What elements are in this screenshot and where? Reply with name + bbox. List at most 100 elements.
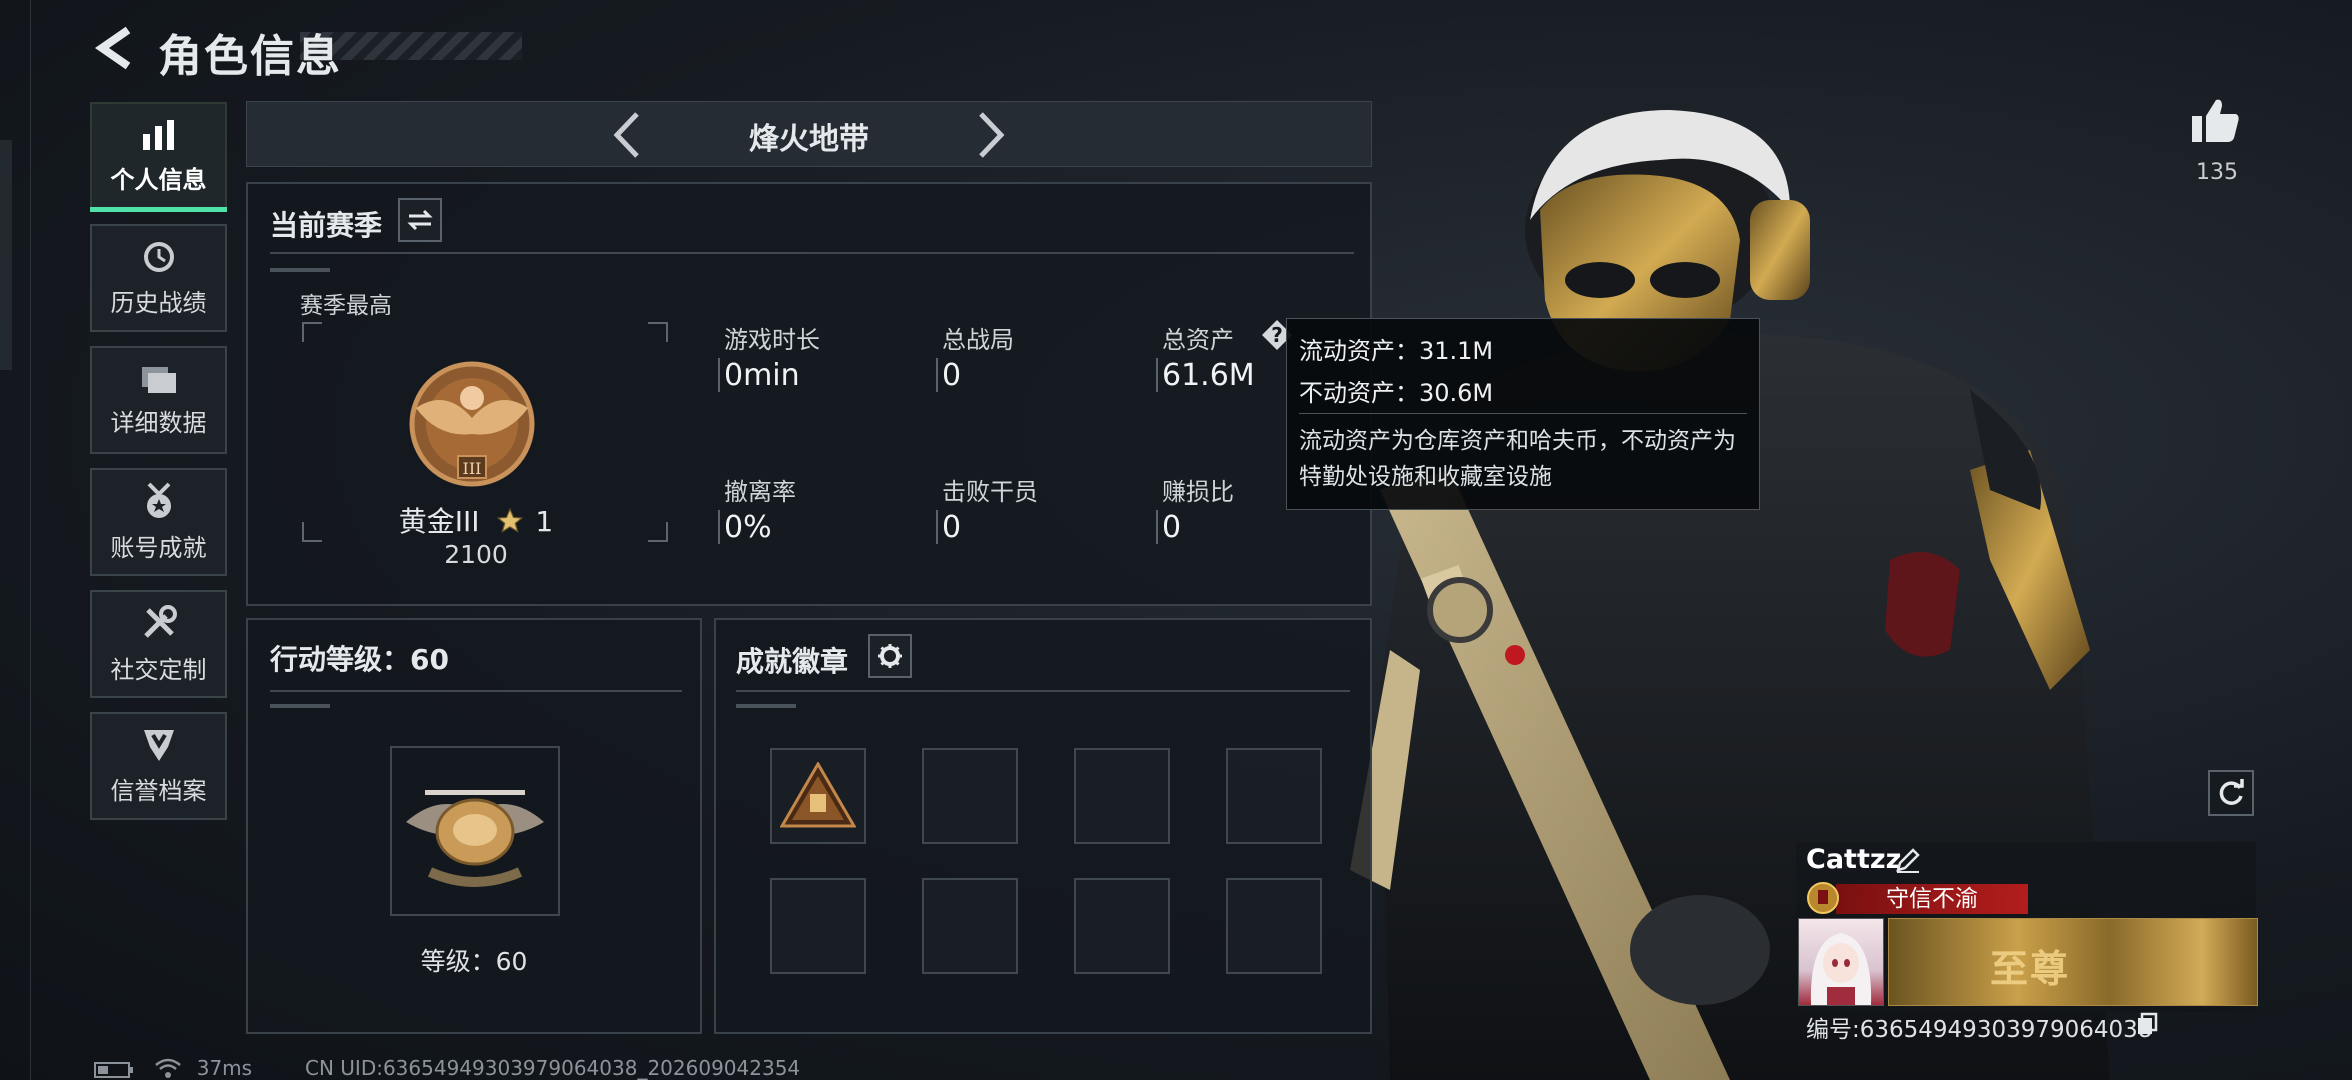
rank-stars: 1 [535,505,554,538]
pencil-icon [1896,848,1920,873]
mode-title: 烽火地带 [749,122,869,157]
achievement-slot[interactable] [1074,748,1170,844]
edit-name-button[interactable] [1894,846,1922,878]
stat-value-kills: 0 [942,510,962,545]
sidebar-item-personal-info[interactable]: 个人信息 [90,102,227,212]
stat-label-kills: 击败干员 [942,478,1038,506]
stat-label-profit-ratio: 赚损比 [1162,478,1234,506]
stat-value-total-assets: 61.6M [1162,358,1255,393]
footer-uid: CN UID:636549493039790640​38_20260904235… [305,1056,801,1080]
like-count: 135 [2196,160,2238,185]
achievement-slot[interactable] [1226,748,1322,844]
chevron-right-icon [979,112,1005,158]
sidebar-item-label: 信誉档案 [110,776,207,805]
achievement-slot[interactable] [770,748,866,844]
tooltip-description: 流动资产为仓库资产和哈夫币，不动资产为特勤处设施和收藏室设施 [1299,428,1736,490]
ping-value: 37ms [196,1056,253,1080]
stat-value-profit-ratio: 0 [1162,510,1182,545]
sidebar-item-credit[interactable]: 信誉档案 [90,712,227,820]
divider-deco [270,268,330,272]
switch-season-button[interactable] [398,198,442,242]
stat-label-extract-rate: 撤离率 [724,478,796,506]
star-icon [497,507,524,533]
divider [736,690,1350,692]
chevron-left-icon [94,26,131,70]
thumbs-up-icon [2192,99,2239,142]
rank-emblem-icon: III [409,361,535,487]
like-button[interactable] [2190,96,2242,148]
sidebar-item-achievements[interactable]: 账号成就 [90,468,227,576]
next-mode-button[interactable] [971,110,1011,164]
rank-name: 黄金III [398,505,480,538]
level-label: 等级：60 [420,947,528,976]
tooltip-liquid-assets: 流动资产：31.1M [1299,337,1494,365]
achievement-slot[interactable] [922,878,1018,974]
divider-deco [736,704,796,708]
profile-banner [1888,918,2258,1006]
refresh-button[interactable] [2208,770,2254,816]
player-uid: 编号:636549493039790640​38 [1806,1017,2153,1043]
refresh-icon [2219,779,2244,805]
avatar-portrait [1810,933,1872,1005]
sidebar-item-details[interactable]: 详细数据 [90,346,227,454]
stat-divider [718,358,720,392]
rank-line: 黄金III 1 [248,500,704,540]
folders-icon [141,366,176,393]
sidebar-item-history[interactable]: 历史战绩 [90,224,227,332]
tooltip-divider [1299,413,1747,414]
tools-icon [143,604,177,638]
rank-points: 2100 [444,540,508,569]
clock-icon [143,241,174,272]
frame-edge [0,140,12,370]
stat-divider [936,510,938,544]
status-bar: 37ms [94,1056,252,1080]
sidebar-item-social[interactable]: 社交定制 [90,590,227,698]
tooltip-fixed-assets: 不动资产：30.6M [1299,379,1494,407]
achievement-slot[interactable] [922,748,1018,844]
divider [270,690,682,692]
sidebar-item-label: 社交定制 [110,655,207,684]
achievement-slot[interactable] [1074,878,1170,974]
shield-icon [143,729,174,761]
stat-value-extract-rate: 0% [724,510,772,545]
frame-corner [302,322,322,342]
stat-value-total-matches: 0 [942,358,962,393]
divider [270,252,1354,254]
title-tag: 守信不渝 [1886,886,1978,912]
sidebar-item-label: 历史战绩 [110,288,207,317]
season-panel: 当前赛季 赛季最高 III 黄金III 1 2100 游戏时长 0min 总战局… [246,182,1372,606]
achievement-slot[interactable] [1226,878,1322,974]
medal-icon [146,482,171,518]
stat-label-total-assets: 总资产 [1162,326,1234,354]
divider-deco [270,704,330,708]
stat-label-play-time: 游戏时长 [724,326,820,354]
bar-chart-icon [142,119,174,150]
stat-divider [718,510,720,544]
stat-label-total-matches: 总战局 [942,326,1014,354]
achievement-settings-button[interactable] [868,634,912,678]
svg-text:III: III [463,459,482,478]
gear-icon [878,644,902,668]
achievements-title: 成就徽章 [736,645,849,678]
copy-uid-button[interactable] [2136,1012,2158,1040]
wifi-icon [155,1058,182,1078]
sidebar-item-label: 账号成就 [110,533,207,562]
sidebar-item-label: 个人信息 [110,165,207,194]
stat-divider [936,358,938,392]
copy-icon [2138,1012,2158,1034]
page-title: 角色信息 [158,31,342,82]
season-title: 当前赛季 [270,209,383,242]
swap-icon [407,209,433,231]
assets-tooltip: 流动资产：31.1M 不动资产：30.6M 流动资产为仓库资产和哈夫币，不动资产… [1286,318,1760,510]
frame-corner [648,322,668,342]
back-button[interactable] [88,22,140,74]
level-badge-frame [390,746,560,916]
svg-text:?: ? [1271,323,1283,347]
achievement-slot[interactable] [770,878,866,974]
achievements-panel: 成就徽章 [714,618,1372,1034]
avatar[interactable] [1798,918,1884,1006]
season-best-label: 赛季最高 [300,293,392,319]
mode-selector: 烽火地带 [246,101,1372,167]
frame-line [30,0,31,1080]
stat-divider [1156,358,1158,392]
